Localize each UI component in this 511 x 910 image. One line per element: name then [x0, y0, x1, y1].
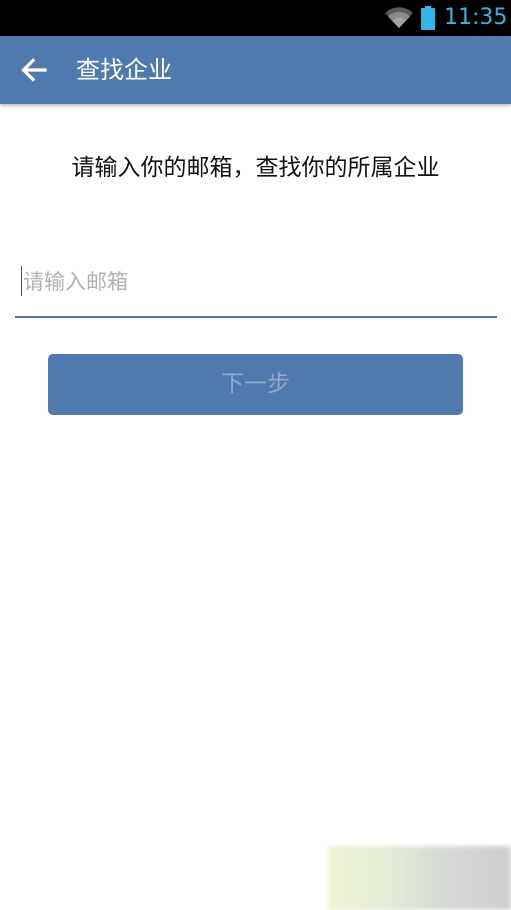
screen: 11:35 查找企业 请输入你的邮箱，查找你的所属企业 下一步 — [0, 0, 511, 910]
email-field[interactable] — [15, 258, 497, 318]
corner-overlay — [328, 846, 511, 910]
email-input[interactable] — [23, 260, 483, 304]
instruction-text: 请输入你的邮箱，查找你的所属企业 — [71, 155, 440, 181]
arrow-left-icon — [21, 58, 47, 82]
page-title: 查找企业 — [76, 56, 172, 84]
status-bar: 11:35 — [0, 0, 511, 36]
next-button[interactable]: 下一步 — [48, 354, 463, 415]
text-cursor — [21, 266, 22, 296]
back-button[interactable] — [14, 50, 54, 90]
battery-icon — [421, 6, 435, 30]
status-time: 11:35 — [444, 5, 508, 30]
wifi-icon — [384, 6, 414, 30]
app-bar: 查找企业 — [0, 36, 511, 104]
